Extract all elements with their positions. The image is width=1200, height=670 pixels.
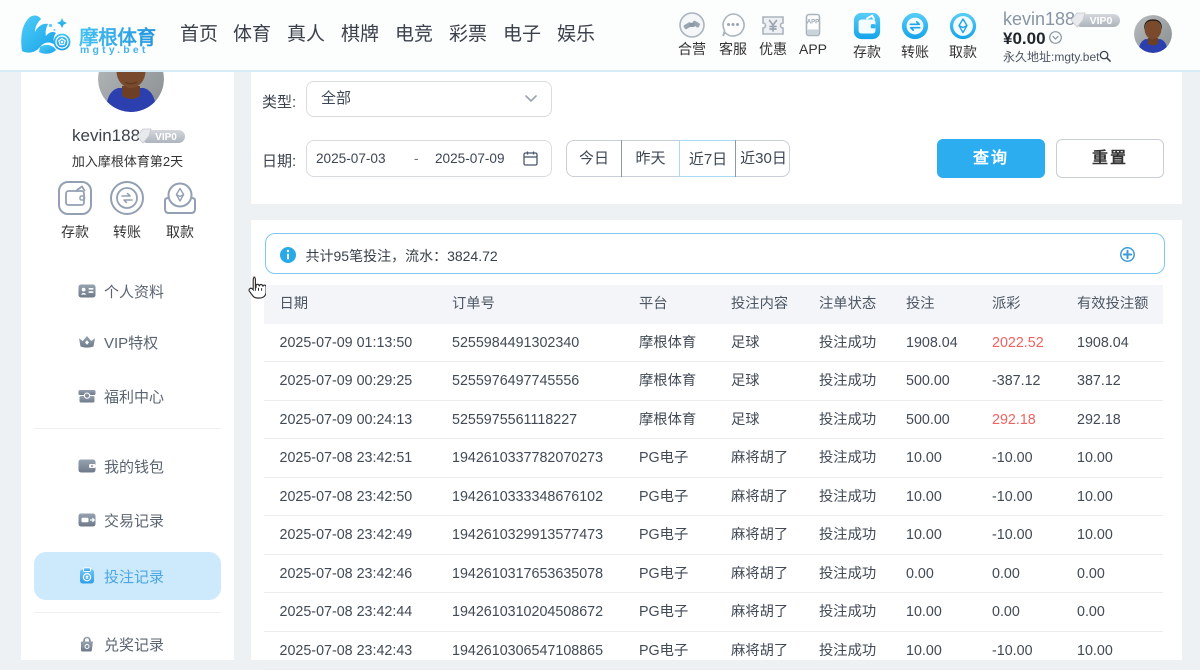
svg-text:VIP0: VIP0 xyxy=(1090,15,1113,27)
svg-text:APP: APP xyxy=(807,20,819,26)
svg-text:VIP0: VIP0 xyxy=(155,132,177,143)
